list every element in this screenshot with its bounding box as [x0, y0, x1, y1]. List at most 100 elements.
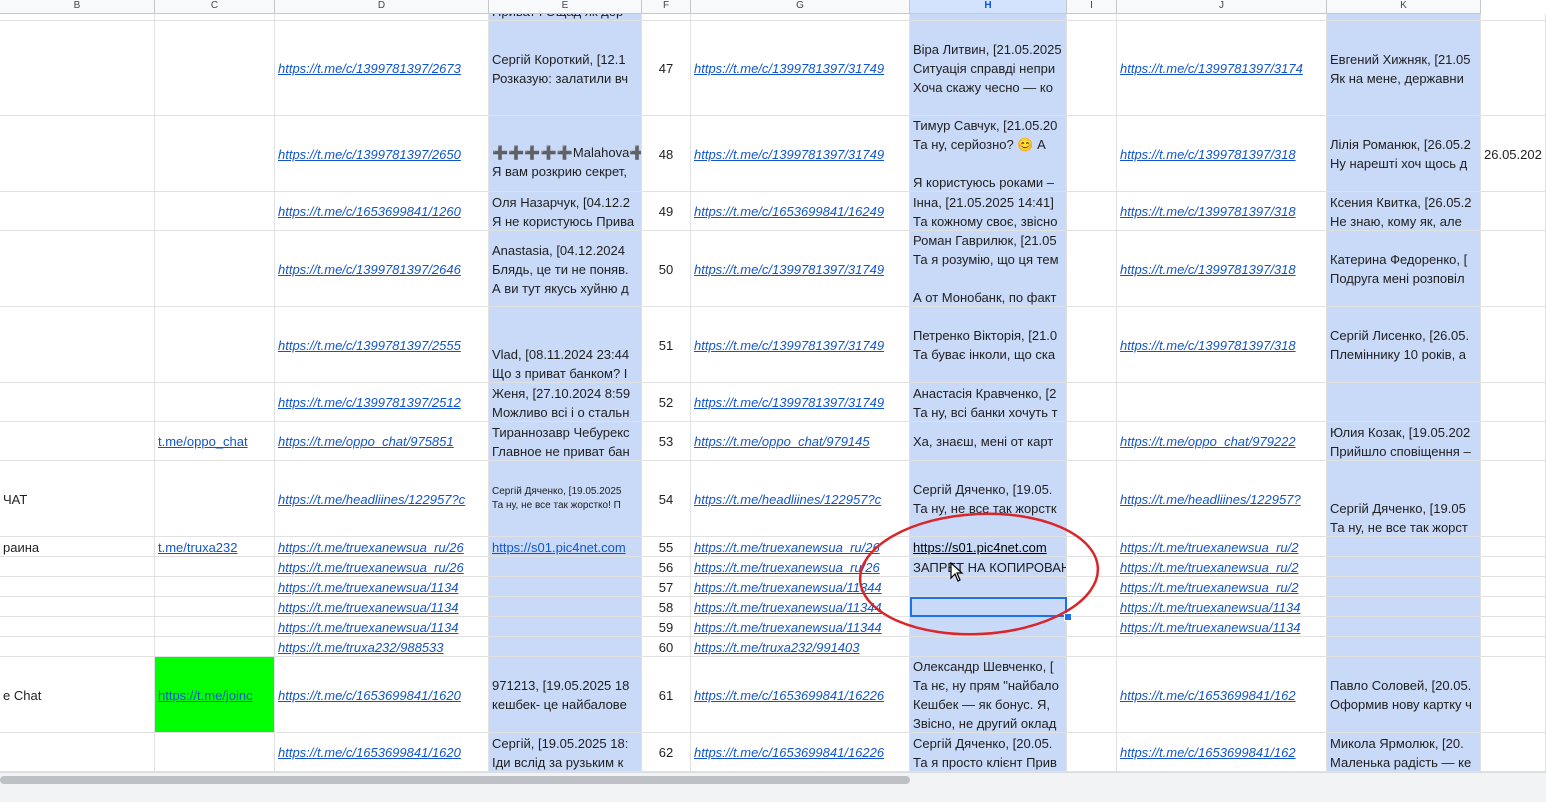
cell-d-row-16[interactable]: https://t.me/c/1653699841/1620 [275, 733, 489, 772]
cell-d-row-0[interactable] [275, 14, 489, 21]
cell-e-row-9[interactable]: https://s01.pic4net.com [489, 537, 642, 557]
cell-i-row-7[interactable] [1067, 422, 1117, 461]
cell-e-row-10[interactable] [489, 557, 642, 577]
cell-e-row-11[interactable] [489, 577, 642, 597]
cell-j-row-4[interactable]: https://t.me/c/1399781397/318 [1117, 231, 1327, 307]
cell-h-row-15[interactable]: Олександр Шевченко, [Та нє, ну прям "най… [910, 657, 1067, 733]
cell-g-row-16[interactable]: https://t.me/c/1653699841/16226 [691, 733, 910, 772]
cell-c-row-5[interactable] [155, 307, 275, 383]
cell-c-row-8[interactable] [155, 461, 275, 537]
cell-d-row-6[interactable]: https://t.me/c/1399781397/2512 [275, 383, 489, 422]
cell-l-row-9[interactable] [1481, 537, 1546, 557]
cell-l-row-16[interactable] [1481, 733, 1546, 772]
cell-link[interactable]: https://t.me/c/1399781397/2555 [278, 336, 488, 355]
cell-g-row-14[interactable]: https://t.me/truxa232/991403 [691, 637, 910, 657]
cell-d-row-9[interactable]: https://t.me/truexanewsua_ru/26 [275, 537, 489, 557]
cell-link[interactable]: https://t.me/c/1653699841/1260 [278, 202, 488, 221]
cell-h-row-3[interactable]: Інна, [21.05.2025 14:41] Та кожному своє,… [910, 192, 1067, 231]
cell-link[interactable]: https://t.me/c/1399781397/318 [1120, 202, 1326, 221]
cell-i-row-8[interactable] [1067, 461, 1117, 537]
cell-link[interactable]: https://t.me/c/1399781397/318 [1120, 260, 1326, 279]
cell-link[interactable]: https://t.me/headliines/122957?c [694, 490, 909, 509]
cell-e-row-4[interactable]: Anastasia, [04.12.2024 Блядь, це ти не по… [489, 231, 642, 307]
cell-link[interactable]: https://t.me/c/1653699841/16249 [694, 202, 909, 221]
cell-link[interactable]: https://t.me/c/1653699841/162 [1120, 686, 1326, 705]
cell-d-row-13[interactable]: https://t.me/truexanewsua/1134 [275, 617, 489, 637]
cell-c-row-10[interactable] [155, 557, 275, 577]
cell-h-row-12[interactable] [910, 597, 1067, 617]
cell-l-row-2[interactable]: 26.05.202 [1481, 116, 1546, 192]
cell-h-row-6[interactable]: Анастасія Кравченко, [2 Та ну, всі банки … [910, 383, 1067, 422]
cell-h-row-16[interactable]: Сергій Дяченко, [20.05. Та я просто клієн… [910, 733, 1067, 772]
cell-h-row-14[interactable] [910, 637, 1067, 657]
cell-e-row-8[interactable]: Сергій Дяченко, [19.05.2025 Та ну, не все… [489, 461, 642, 537]
cell-j-row-10[interactable]: https://t.me/truexanewsua_ru/2 [1117, 557, 1327, 577]
cell-h-row-1[interactable]: Віра Литвин, [21.05.2025 Ситуація справді… [910, 21, 1067, 116]
cell-link[interactable]: https://t.me/truexanewsua_ru/26 [278, 538, 488, 556]
cell-link[interactable]: https://t.me/truexanewsua_ru/2 [1120, 538, 1326, 556]
cell-h-row-13[interactable] [910, 617, 1067, 637]
cell-k-row-0[interactable] [1327, 14, 1481, 21]
cell-d-row-5[interactable]: https://t.me/c/1399781397/2555 [275, 307, 489, 383]
horizontal-scrollbar[interactable] [0, 772, 1546, 802]
cell-i-row-6[interactable] [1067, 383, 1117, 422]
cell-d-row-2[interactable]: https://t.me/c/1399781397/2650 [275, 116, 489, 192]
cell-g-row-0[interactable] [691, 14, 910, 21]
cell-h-row-4[interactable]: Роман Гаврилюк, [21.05 Та я розумію, що ц… [910, 231, 1067, 307]
cell-b-row-11[interactable] [0, 577, 155, 597]
column-header-e[interactable]: E [489, 0, 642, 14]
cell-d-row-11[interactable]: https://t.me/truexanewsua/1134 [275, 577, 489, 597]
cell-c-row-14[interactable] [155, 637, 275, 657]
cell-g-row-3[interactable]: https://t.me/c/1653699841/16249 [691, 192, 910, 231]
cell-f-row-9[interactable]: 55 [642, 537, 691, 557]
cell-k-row-11[interactable] [1327, 577, 1481, 597]
cell-j-row-6[interactable] [1117, 383, 1327, 422]
column-header-f[interactable]: F [642, 0, 691, 14]
cell-f-row-16[interactable]: 62 [642, 733, 691, 772]
column-header-c[interactable]: C [155, 0, 275, 14]
cell-link[interactable]: t.me/oppo_chat [158, 432, 274, 451]
column-header-i[interactable]: I [1067, 0, 1117, 14]
cell-link[interactable]: https://t.me/c/1653699841/162 [1120, 743, 1326, 762]
cell-f-row-0[interactable] [642, 14, 691, 21]
cell-g-row-1[interactable]: https://t.me/c/1399781397/31749 [691, 21, 910, 116]
cell-c-row-2[interactable] [155, 116, 275, 192]
cell-l-row-10[interactable] [1481, 557, 1546, 577]
cell-e-row-13[interactable] [489, 617, 642, 637]
cell-b-row-2[interactable] [0, 116, 155, 192]
cell-g-row-7[interactable]: https://t.me/oppo_chat/979145 [691, 422, 910, 461]
cell-c-row-7[interactable]: t.me/oppo_chat [155, 422, 275, 461]
cell-h-row-11[interactable] [910, 577, 1067, 597]
cell-k-row-8[interactable]: Сергій Дяченко, [19.05 Та ну, не все так … [1327, 461, 1481, 537]
cell-c-row-13[interactable] [155, 617, 275, 637]
scrollbar-thumb[interactable] [0, 776, 910, 784]
cell-b-row-13[interactable] [0, 617, 155, 637]
cell-h-row-9[interactable]: https://s01.pic4net.com [910, 537, 1067, 557]
cell-i-row-3[interactable] [1067, 192, 1117, 231]
cell-l-row-0[interactable] [1481, 14, 1546, 21]
cell-f-row-10[interactable]: 56 [642, 557, 691, 577]
cell-c-row-9[interactable]: t.me/truxa232 [155, 537, 275, 557]
cell-g-row-13[interactable]: https://t.me/truexanewsua/11344 [691, 617, 910, 637]
cell-c-row-6[interactable] [155, 383, 275, 422]
cell-b-row-6[interactable] [0, 383, 155, 422]
cell-j-row-9[interactable]: https://t.me/truexanewsua_ru/2 [1117, 537, 1327, 557]
cell-i-row-0[interactable] [1067, 14, 1117, 21]
cell-l-row-11[interactable] [1481, 577, 1546, 597]
cell-g-row-10[interactable]: https://t.me/truexanewsua_ru/26 [691, 557, 910, 577]
cell-j-row-3[interactable]: https://t.me/c/1399781397/318 [1117, 192, 1327, 231]
cell-i-row-2[interactable] [1067, 116, 1117, 192]
cell-k-row-14[interactable] [1327, 637, 1481, 657]
cell-h-row-2[interactable]: Тимур Савчук, [21.05.20 Та ну, серйозно? … [910, 116, 1067, 192]
cell-c-row-16[interactable] [155, 733, 275, 772]
cell-k-row-10[interactable] [1327, 557, 1481, 577]
cell-f-row-8[interactable]: 54 [642, 461, 691, 537]
cell-link[interactable]: https://t.me/c/1399781397/31749 [694, 260, 909, 279]
cell-j-row-5[interactable]: https://t.me/c/1399781397/318 [1117, 307, 1327, 383]
cell-link[interactable]: https://t.me/truexanewsua/1134 [1120, 598, 1326, 616]
cell-c-row-15[interactable]: https://t.me/joinc [155, 657, 275, 733]
cell-l-row-8[interactable] [1481, 461, 1546, 537]
cell-f-row-14[interactable]: 60 [642, 637, 691, 657]
column-header-h[interactable]: H [910, 0, 1067, 14]
cell-link[interactable]: https://t.me/headliines/122957? [1120, 490, 1326, 509]
